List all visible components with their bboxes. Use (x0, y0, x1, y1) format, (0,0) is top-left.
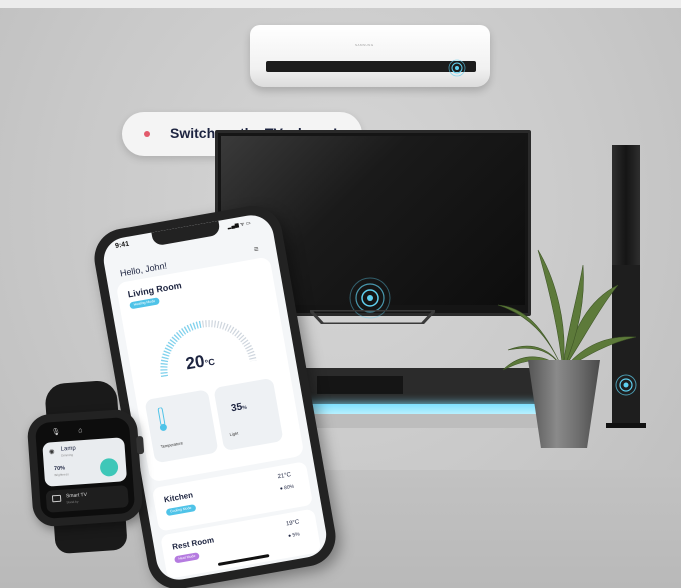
lamp-label: Lamp (60, 445, 76, 453)
watch-top-icons: 🎙 ⌂ (51, 426, 83, 437)
tv-sub: Stand-by (66, 499, 79, 505)
status-icons: ▂▄▆ ᯤ ▭ (227, 220, 252, 231)
room-name: Kitchen (163, 490, 194, 505)
light-tile[interactable]: 35% Light (213, 377, 284, 452)
status-time: 9:41 (114, 240, 130, 250)
temperature-label: Temperature (160, 440, 184, 450)
home-icon[interactable]: ⌂ (78, 427, 83, 434)
room-humidity: ● 5% (287, 531, 301, 540)
watch-screen: 🎙 ⌂ ✺ Lamp Dimming 70% Brightness Smart … (34, 416, 136, 520)
cabinet-base (285, 414, 540, 428)
menu-icon[interactable]: ≡ (253, 244, 259, 254)
mode-badge: Heating Mode (129, 297, 160, 310)
cabinet-shelf (317, 376, 403, 394)
top-border (0, 0, 681, 8)
lamp-dial[interactable] (99, 457, 119, 477)
room-temperature: 21°C (277, 472, 292, 481)
ac-brand-label: SAMSUNG (355, 43, 374, 47)
lamp-sub: Dimming (61, 452, 74, 458)
smart-home-scene: SAMSUNG Switch on the TV, please! (0, 0, 681, 588)
room-humidity: ● 80% (279, 483, 295, 493)
lamp-level: 70% (53, 465, 66, 473)
watch-crown[interactable] (135, 435, 145, 455)
plant-leaves (497, 249, 637, 371)
mode-badge: Cooling Mode (165, 504, 197, 517)
temperature-tile[interactable]: Temperature (144, 389, 219, 464)
watch-case: 🎙 ⌂ ✺ Lamp Dimming 70% Brightness Smart … (26, 408, 144, 528)
light-label: Light (229, 430, 239, 437)
air-conditioner: SAMSUNG (250, 25, 490, 87)
room-name: Rest Room (171, 535, 215, 552)
temperature-gauge[interactable] (144, 298, 264, 386)
mode-badge: Heat Mode (173, 552, 200, 564)
tv-control-card[interactable]: Smart TV Stand-by (45, 485, 129, 513)
tv-stand (310, 310, 435, 324)
tv-icon (51, 494, 62, 503)
light-value: 35% (230, 401, 248, 415)
thermometer-icon (157, 407, 167, 431)
lamp-icon: ✺ (48, 449, 56, 457)
lamp-level-sub: Brightness (54, 472, 69, 478)
ac-vent (266, 61, 476, 72)
plant-pot (528, 360, 600, 448)
wireless-signal-icon (448, 59, 466, 77)
room-temperature: 19°C (285, 519, 300, 528)
room-title: Living Room (126, 280, 183, 300)
lamp-control-card[interactable]: ✺ Lamp Dimming 70% Brightness (42, 437, 128, 487)
smartwatch: 🎙 ⌂ ✺ Lamp Dimming 70% Brightness Smart … (14, 378, 156, 557)
mic-icon[interactable]: 🎙 (51, 429, 60, 437)
voice-indicator-icon (144, 131, 150, 137)
cabinet-led-strip (285, 404, 540, 414)
speaker-foot (606, 423, 646, 428)
tv-label: Smart TV (65, 491, 88, 500)
